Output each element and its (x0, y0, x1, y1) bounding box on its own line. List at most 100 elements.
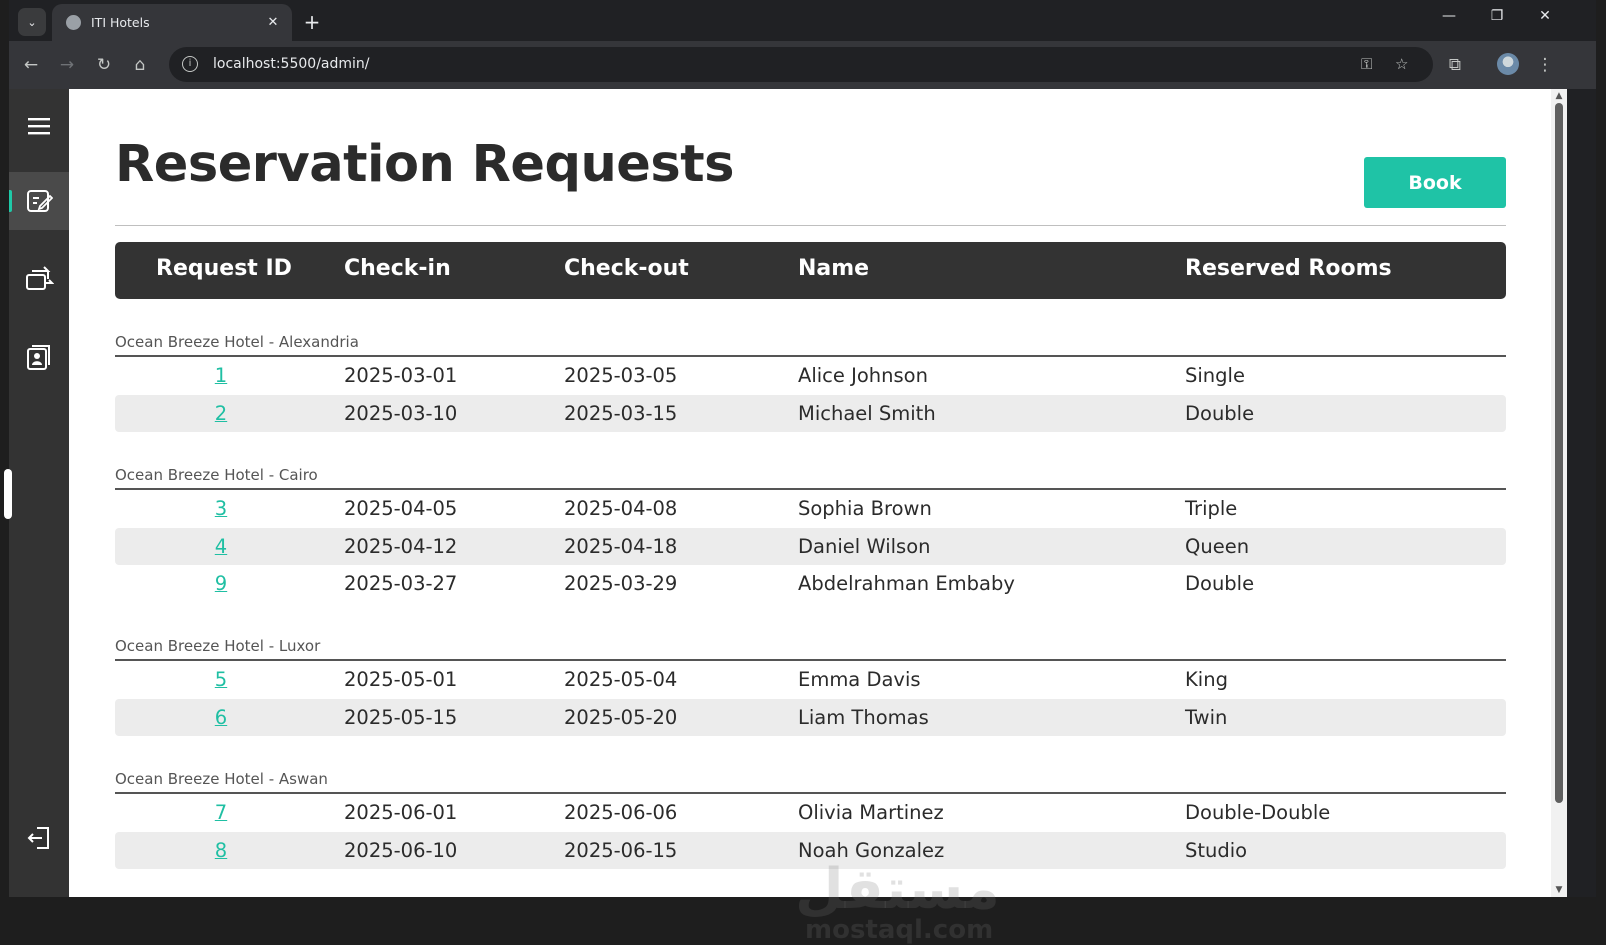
table-row[interactable]: 2 2025-03-10 2025-03-15 Michael Smith Double (115, 394, 1506, 432)
cell-check-in: 2025-06-01 (344, 801, 458, 824)
table-row[interactable]: 5 2025-05-01 2025-05-04 Emma Davis King (115, 661, 1506, 698)
sidebar (9, 89, 69, 897)
cell-check-in: 2025-03-27 (344, 572, 458, 595)
header-name: Name (798, 256, 870, 281)
table-row[interactable]: 1 2025-03-01 2025-03-05 Alice Johnson Single (115, 357, 1506, 394)
browser-tab[interactable]: ITI Hotels ✕ (52, 4, 292, 41)
cell-name: Olivia Martinez (798, 801, 944, 824)
tab-close-icon[interactable]: ✕ (264, 15, 282, 30)
table-row[interactable]: 6 2025-05-15 2025-05-20 Liam Thomas Twin (115, 698, 1506, 736)
back-icon[interactable]: ← (19, 53, 43, 77)
cell-check-out: 2025-05-20 (564, 705, 678, 729)
table-row[interactable]: 3 2025-04-05 2025-04-08 Sophia Brown Triple (115, 490, 1506, 527)
address-bar[interactable]: i localhost:5500/admin/ ⚿ ☆ (169, 47, 1433, 82)
hotel-group-label: Ocean Breeze Hotel - Alexandria (115, 333, 359, 351)
request-id-link[interactable]: 4 (115, 535, 327, 558)
cell-name: Sophia Brown (798, 497, 932, 520)
table-row[interactable]: 9 2025-03-27 2025-03-29 Abdelrahman Embaby D… (115, 565, 1506, 602)
admin-app: Reservation Requests Book Request ID Che… (4, 89, 1551, 945)
url-text[interactable]: localhost:5500/admin/ (213, 56, 370, 72)
sidebar-item-rooms[interactable] (9, 250, 69, 308)
logout-icon (27, 827, 49, 849)
reload-icon[interactable]: ↻ (92, 53, 116, 77)
browser-window: ⌄ ITI Hotels ✕ + — ❐ ✕ ← → ↻ ⌂ i localho… (4, 0, 1596, 945)
scroll-down-icon[interactable]: ▼ (1554, 885, 1564, 895)
cell-rooms: Queen (1185, 534, 1250, 558)
cell-name: Liam Thomas (798, 705, 929, 729)
watermark-latin: mostaql.com (805, 915, 994, 945)
header-check-out: Check-out (564, 256, 689, 281)
cell-name: Emma Davis (798, 668, 921, 691)
request-id-link[interactable]: 5 (115, 668, 327, 691)
room-swap-icon (26, 266, 54, 290)
more-menu-icon[interactable]: ⋮ (1533, 53, 1557, 77)
menu-toggle-button[interactable] (9, 97, 69, 155)
cell-rooms: Triple (1185, 497, 1238, 520)
cell-check-in: 2025-03-01 (344, 364, 458, 387)
site-info-icon[interactable]: i (182, 56, 198, 72)
cell-check-out: 2025-06-15 (564, 838, 678, 862)
book-button[interactable]: Book (1364, 157, 1506, 208)
cell-rooms: Double (1185, 572, 1255, 595)
minimize-button[interactable]: — (1434, 8, 1464, 24)
cell-check-out: 2025-03-15 (564, 401, 678, 425)
cell-check-out: 2025-03-05 (564, 364, 678, 387)
scroll-up-icon[interactable]: ▲ (1554, 91, 1564, 101)
sidebar-item-contacts[interactable] (9, 328, 69, 386)
hotel-group-label: Ocean Breeze Hotel - Cairo (115, 466, 318, 484)
request-id-link[interactable]: 6 (115, 706, 327, 729)
request-id-link[interactable]: 8 (115, 839, 327, 862)
request-id-link[interactable]: 9 (115, 572, 327, 595)
request-id-link[interactable]: 1 (115, 364, 327, 387)
request-id-link[interactable]: 2 (115, 402, 327, 425)
edit-document-icon (27, 190, 53, 212)
cell-check-in: 2025-06-10 (344, 838, 458, 862)
home-icon[interactable]: ⌂ (128, 53, 152, 77)
cell-check-in: 2025-04-05 (344, 497, 458, 520)
forward-icon[interactable]: → (55, 53, 79, 77)
main-content: Reservation Requests Book Request ID Che… (115, 89, 1506, 945)
tab-strip: ⌄ ITI Hotels ✕ + — ❐ ✕ (9, 0, 1596, 41)
extensions-icon[interactable]: ⧉ (1443, 53, 1467, 77)
cell-rooms: Single (1185, 364, 1245, 387)
scrollbar-thumb[interactable] (1555, 103, 1563, 803)
cell-check-out: 2025-03-29 (564, 572, 678, 595)
cell-name: Abdelrahman Embaby (798, 572, 1015, 595)
cell-rooms: Double-Double (1185, 801, 1331, 824)
cell-check-in: 2025-05-15 (344, 705, 458, 729)
close-window-button[interactable]: ✕ (1530, 8, 1560, 24)
header-check-in: Check-in (344, 256, 451, 281)
cell-check-in: 2025-05-01 (344, 668, 458, 691)
cell-check-out: 2025-06-06 (564, 801, 678, 824)
hotel-group-label: Ocean Breeze Hotel - Aswan (115, 770, 328, 788)
request-id-link[interactable]: 7 (115, 801, 327, 824)
table-row[interactable]: 7 2025-06-01 2025-06-06 Olivia Martinez Doub… (115, 794, 1506, 831)
page-scrollbar[interactable]: ▲ ▼ (1551, 89, 1567, 897)
resize-handle[interactable] (4, 469, 12, 519)
cell-rooms: Twin (1185, 705, 1228, 729)
watermark-arabic: مستقل (795, 857, 1000, 922)
tab-search-dropdown[interactable]: ⌄ (18, 8, 46, 36)
cell-name: Michael Smith (798, 401, 936, 425)
restore-button[interactable]: ❐ (1482, 8, 1512, 24)
cell-check-in: 2025-03-10 (344, 401, 458, 425)
tab-title: ITI Hotels (91, 15, 150, 30)
profile-avatar[interactable] (1497, 53, 1519, 75)
page-title: Reservation Requests (115, 135, 734, 194)
table-header: Request ID Check-in Check-out Name Reser… (115, 242, 1506, 299)
cell-check-out: 2025-04-18 (564, 534, 678, 558)
password-key-icon[interactable]: ⚿ (1361, 55, 1372, 73)
new-tab-button[interactable]: + (299, 9, 325, 35)
logout-button[interactable] (9, 809, 69, 867)
cell-check-in: 2025-04-12 (344, 534, 458, 558)
title-divider (115, 225, 1506, 226)
cell-rooms: King (1185, 668, 1228, 691)
contact-card-icon (27, 345, 50, 370)
cell-check-out: 2025-05-04 (564, 668, 678, 691)
table-row[interactable]: 4 2025-04-12 2025-04-18 Daniel Wilson Queen (115, 527, 1506, 565)
bookmark-star-icon[interactable]: ☆ (1395, 55, 1408, 73)
hamburger-icon (28, 118, 50, 135)
header-request-id: Request ID (156, 256, 292, 281)
sidebar-item-reservations[interactable] (9, 172, 69, 230)
request-id-link[interactable]: 3 (115, 497, 327, 520)
